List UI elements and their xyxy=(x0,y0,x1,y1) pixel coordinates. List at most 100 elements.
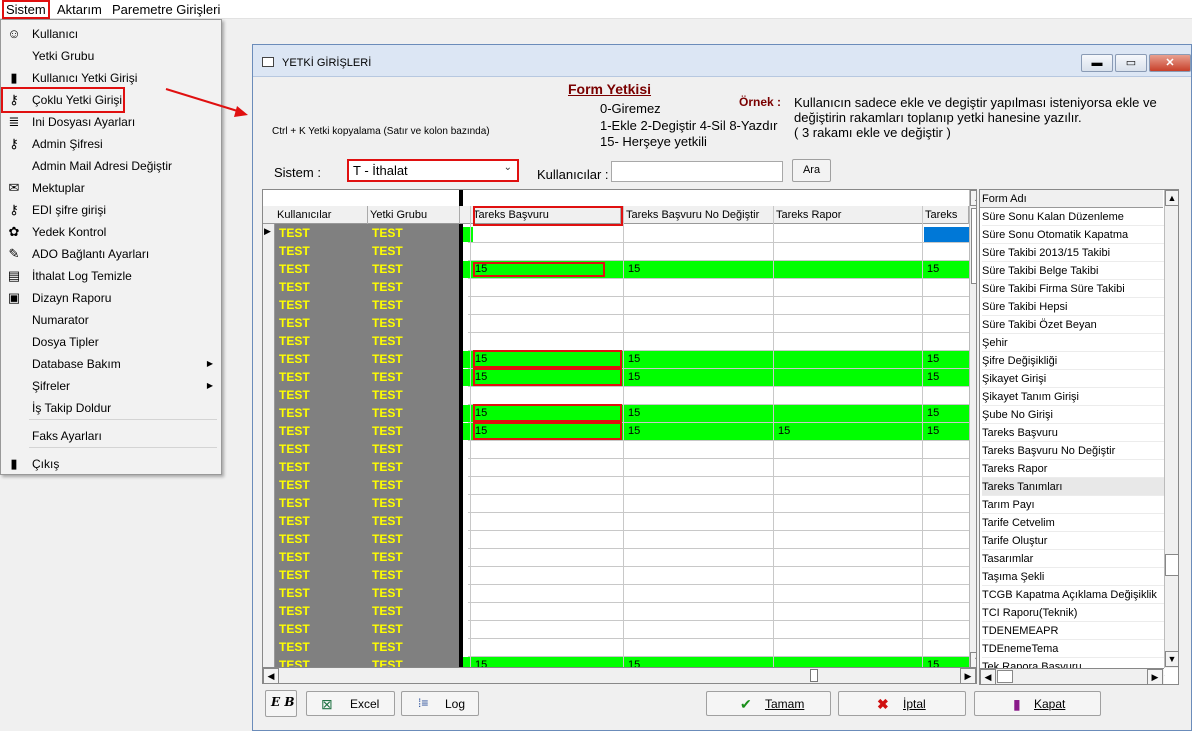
excel-button[interactable]: ⊠ Excel xyxy=(306,691,395,716)
form-list-item[interactable]: Tarife Oluştur xyxy=(982,532,1165,550)
form-list-item[interactable]: Süre Takibi Belge Takibi xyxy=(982,262,1165,280)
menu-item-14[interactable]: Dosya Tipler xyxy=(3,331,219,353)
form-list-item[interactable]: TDEnemeTema xyxy=(982,640,1165,658)
menu-item-13[interactable]: Numarator xyxy=(3,309,219,331)
scroll-left-icon[interactable]: ◀ xyxy=(980,669,996,684)
menu-item-label: Yetki Grubu xyxy=(32,49,95,63)
permission-value[interactable]: 15 xyxy=(925,261,939,278)
permission-value[interactable]: 15 xyxy=(626,423,640,440)
permission-value[interactable]: 15 xyxy=(925,351,939,368)
menu-item-7[interactable]: ✉ Mektuplar xyxy=(3,177,219,199)
iptal-button[interactable]: ✖ İptal xyxy=(838,691,966,716)
permission-value[interactable]: 15 xyxy=(626,369,640,386)
permission-value[interactable]: 15 xyxy=(626,405,640,422)
form-list-item[interactable]: Süre Takibi Firma Süre Takibi xyxy=(982,280,1165,298)
form-list-item[interactable]: Tasarımlar xyxy=(982,550,1165,568)
form-list-item[interactable]: Süre Takibi 2013/15 Takibi xyxy=(982,244,1165,262)
scroll-down-icon[interactable]: ▼ xyxy=(1165,651,1178,667)
scroll-right-icon[interactable]: ▶ xyxy=(960,668,976,684)
form-list-item[interactable]: Şikayet Tanım Girişi xyxy=(982,388,1165,406)
menu-item-3[interactable]: ⚷ Çoklu Yetki Girişi xyxy=(1,87,125,113)
scroll-thumb[interactable] xyxy=(997,670,1013,683)
column-header[interactable]: Yetki Grubu xyxy=(368,206,460,224)
chevron-down-icon[interactable]: ⌄ xyxy=(504,162,512,173)
form-list-item[interactable]: TDENEMEAPR xyxy=(982,622,1165,640)
menu-aktarim[interactable]: Aktarım xyxy=(57,2,102,17)
form-list-item[interactable]: Tareks Rapor xyxy=(982,460,1165,478)
scroll-up-icon[interactable]: ▲ xyxy=(1165,190,1178,206)
menu-item-11[interactable]: ▤ İthalat Log Temizle xyxy=(3,265,219,287)
column-header[interactable]: Kullanıcılar xyxy=(275,206,368,224)
permission-value[interactable]: 15 xyxy=(626,351,640,368)
form-list-item[interactable]: Şifre Değişikliği xyxy=(982,352,1165,370)
column-header[interactable]: Tareks Başvuru No Değiştir xyxy=(624,206,774,224)
scroll-thumb[interactable] xyxy=(1165,554,1178,576)
form-list-vertical-scrollbar[interactable]: ▲ ▼ xyxy=(1164,190,1178,668)
form-list-item[interactable]: Şikayet Girişi xyxy=(982,370,1165,388)
log-button[interactable]: ⁞≡ Log xyxy=(401,691,479,716)
form-list-item[interactable]: Süre Sonu Kalan Düzenleme xyxy=(982,208,1165,226)
form-list-item[interactable]: Süre Takibi Özet Beyan xyxy=(982,316,1165,334)
kullanicilar-input[interactable] xyxy=(611,161,783,182)
close-button[interactable]: ✕ xyxy=(1149,54,1191,72)
column-header[interactable]: Tareks Rapor xyxy=(774,206,923,224)
sistem-select[interactable]: T - İthalat ⌄ xyxy=(347,159,519,182)
minimize-button[interactable]: ▬ xyxy=(1081,54,1113,72)
form-list-item[interactable]: Şehir xyxy=(982,334,1165,352)
menu-item-16[interactable]: Şifreler ▶ xyxy=(3,375,219,397)
menu-item-label: İthalat Log Temizle xyxy=(32,269,132,283)
scroll-down-icon[interactable]: ▼ xyxy=(970,652,976,668)
kapat-button[interactable]: ▮ Kapat xyxy=(974,691,1101,716)
menu-item-0[interactable]: ☺ Kullanıcı xyxy=(3,23,219,45)
maximize-button[interactable]: ▭ xyxy=(1115,54,1147,72)
permission-value[interactable]: 15 xyxy=(925,405,939,422)
menu-item-19[interactable]: ▮ Çıkış xyxy=(3,453,219,475)
menu-parametre-girisleri[interactable]: Paremetre Girişleri xyxy=(112,2,220,17)
user-cell: TEST xyxy=(279,640,310,654)
menu-item-15[interactable]: Database Bakım ▶ xyxy=(3,353,219,375)
grid-vertical-scrollbar[interactable]: ▲▼ xyxy=(969,190,976,668)
row-divider xyxy=(468,512,976,513)
menu-item-5[interactable]: ⚷ Admin Şifresi xyxy=(3,133,219,155)
form-list-horizontal-scrollbar[interactable]: ◀ ▶ xyxy=(980,668,1164,684)
form-list-item[interactable]: Tarife Cetvelim xyxy=(982,514,1165,532)
permission-value[interactable]: 15 xyxy=(925,369,939,386)
ara-button[interactable]: Ara xyxy=(792,159,831,182)
form-list-item[interactable]: Şube No Girişi xyxy=(982,406,1165,424)
form-list-item[interactable]: Taşıma Şekli xyxy=(982,568,1165,586)
tamam-button[interactable]: ✔ Tamam xyxy=(706,691,831,716)
menu-item-label: Çıkış xyxy=(32,457,60,471)
menu-item-9[interactable]: ✿ Yedek Kontrol xyxy=(3,221,219,243)
form-list-item[interactable]: TCI Raporu(Teknik) xyxy=(982,604,1165,622)
form-list-item[interactable]: Tarım Payı xyxy=(982,496,1165,514)
form-list: Form Adı Süre Sonu Kalan Düzenleme Süre So… xyxy=(979,189,1179,685)
form-list-item[interactable]: Tareks Başvuru No Değiştir xyxy=(982,442,1165,460)
form-list-item[interactable]: Süre Sonu Otomatik Kapatma xyxy=(982,226,1165,244)
scroll-right-icon[interactable]: ▶ xyxy=(1147,669,1163,684)
permission-value[interactable]: 15 xyxy=(626,261,640,278)
permission-value[interactable]: 15 xyxy=(925,423,939,440)
form-list-item[interactable]: TCGB Kapatma Açıklama Değişiklik xyxy=(982,586,1165,604)
menu-item-17[interactable]: İş Takip Doldur xyxy=(3,397,219,419)
menu-item-10[interactable]: ✎ ADO Bağlantı Ayarları xyxy=(3,243,219,265)
menu-item-18[interactable]: Faks Ayarları xyxy=(3,425,219,447)
menu-item-12[interactable]: ▣ Dizayn Raporu xyxy=(3,287,219,309)
menu-item-8[interactable]: ⚷ EDI şifre girişi xyxy=(3,199,219,221)
scroll-left-icon[interactable]: ◀ xyxy=(263,668,279,684)
form-list-item[interactable]: Tareks Tanımları xyxy=(982,478,1165,496)
menu-item-6[interactable]: Admin Mail Adresi Değiştir xyxy=(3,155,219,177)
permission-value[interactable]: 15 xyxy=(776,423,790,440)
scroll-thumb[interactable] xyxy=(971,208,976,284)
form-list-item[interactable]: Süre Takibi Hepsi xyxy=(982,298,1165,316)
form-list-item[interactable]: Tareks Başvuru xyxy=(982,424,1165,442)
selected-cell[interactable] xyxy=(924,227,969,242)
grid-horizontal-scrollbar[interactable]: ◀ ▶ xyxy=(262,667,977,684)
user-cell: TEST xyxy=(279,262,310,276)
menu-sistem[interactable]: Sistem xyxy=(2,0,50,19)
eb-logo-button[interactable]: E B xyxy=(265,690,297,717)
scroll-up-icon[interactable]: ▲ xyxy=(970,190,976,206)
column-header[interactable]: Tareks xyxy=(923,206,969,224)
group-cell: TEST xyxy=(372,568,403,582)
scroll-thumb[interactable] xyxy=(810,669,818,682)
menu-item-1[interactable]: Yetki Grubu xyxy=(3,45,219,67)
